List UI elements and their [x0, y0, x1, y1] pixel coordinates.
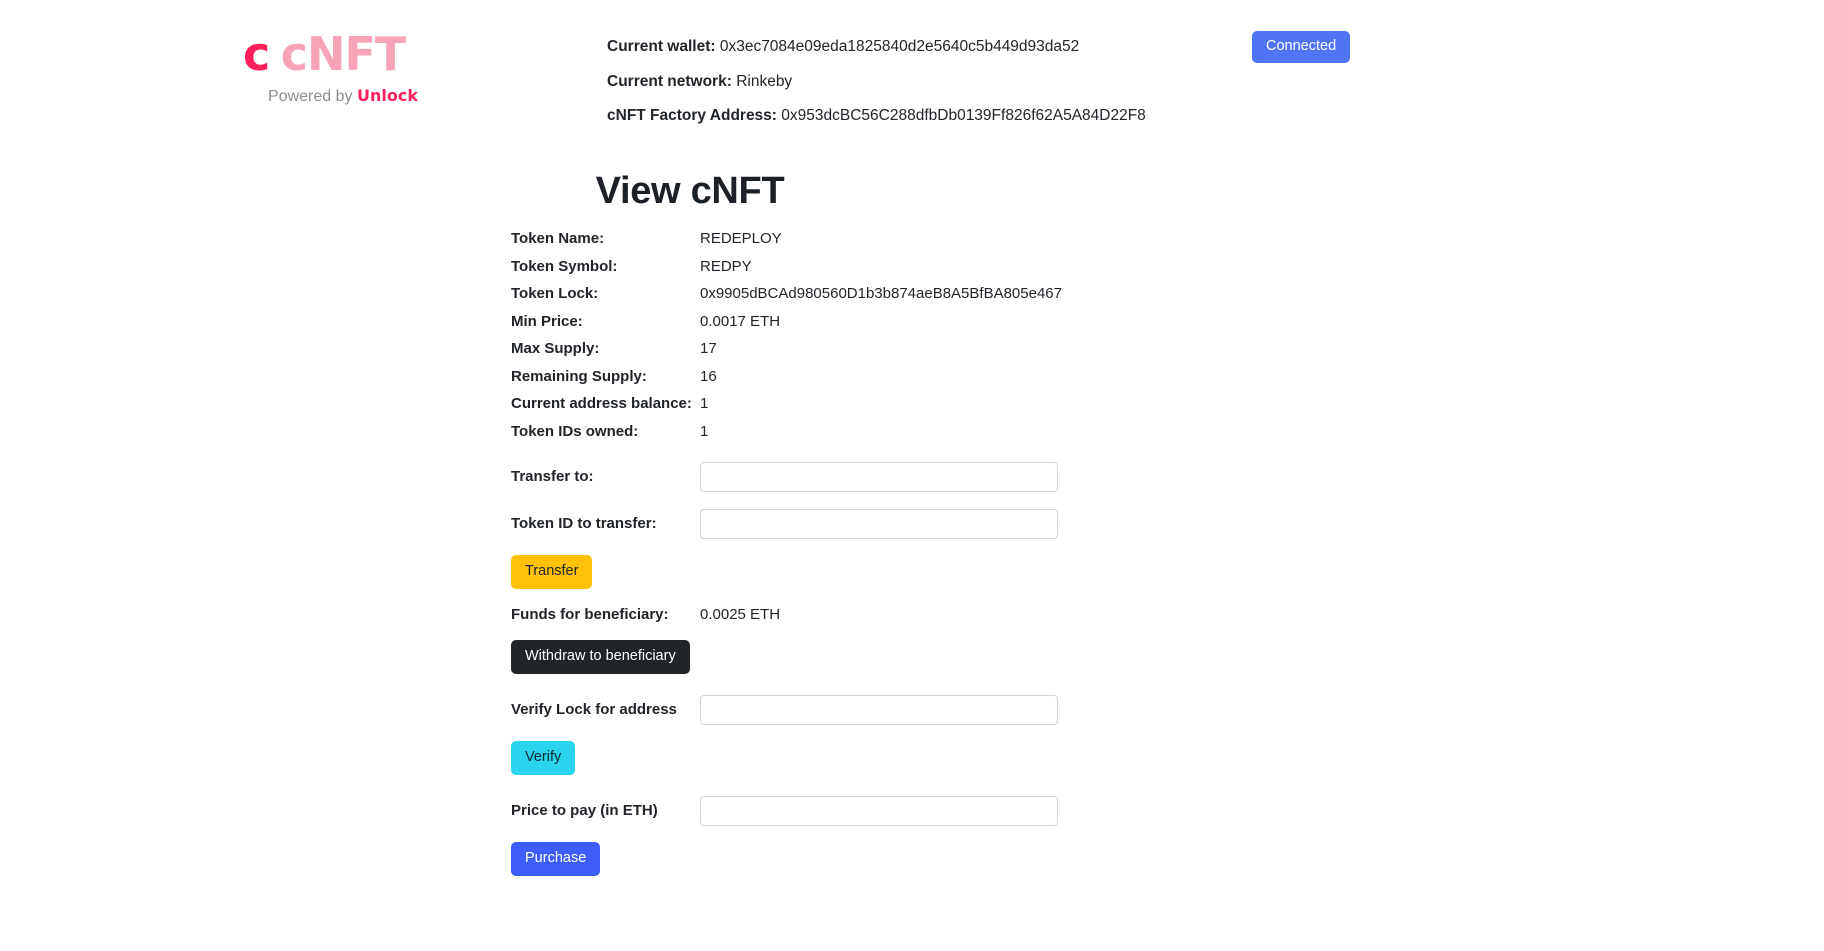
transfer-to-input[interactable]: [700, 461, 1058, 492]
field-label: Token Lock:: [511, 285, 599, 302]
transfer-to-row: Transfer to:: [511, 457, 1311, 496]
verify-button-row: Verify: [511, 741, 1311, 776]
powered-by-tagline: Powered by Unlock: [243, 86, 443, 106]
cnft-details-form: Token Name: REDEPLOY Token Symbol: REDPY…: [511, 229, 1311, 877]
verify-lock-row: Verify Lock for address: [511, 690, 1311, 729]
current-wallet-row: Current wallet: 0x3ec7084e09eda1825840d2…: [607, 30, 1146, 65]
token-id-to-transfer-row: Token ID to transfer:: [511, 504, 1311, 543]
wallet-info-block: Current wallet: 0x3ec7084e09eda1825840d2…: [607, 30, 1146, 134]
cnft-logo-text: cNFT: [280, 27, 407, 81]
page-header: cNFT c Powered by Unlock Current wallet:…: [0, 0, 1824, 140]
price-to-pay-label: Price to pay (in ETH): [511, 802, 658, 820]
field-max-supply: Max Supply: 17: [511, 339, 1311, 367]
connected-button[interactable]: Connected: [1252, 31, 1351, 63]
field-value: REDPY: [700, 257, 752, 275]
factory-address-row: cNFT Factory Address: 0x953dcBC56C288dfb…: [607, 99, 1146, 134]
withdraw-to-beneficiary-button[interactable]: Withdraw to beneficiary: [511, 640, 690, 675]
transfer-to-label: Transfer to:: [511, 468, 594, 485]
price-to-pay-row: Price to pay (in ETH): [511, 791, 1311, 830]
field-value: 0.0017 ETH: [700, 312, 781, 330]
field-token-lock: Token Lock: 0x9905dBCAd980560D1b3b874aeB…: [511, 284, 1311, 312]
field-min-price: Min Price: 0.0017 ETH: [511, 312, 1311, 340]
funds-for-beneficiary-row: Funds for beneficiary: 0.0025 ETH: [511, 605, 1311, 633]
funds-for-beneficiary-value: 0.0025 ETH: [700, 605, 781, 623]
factory-address-label: cNFT Factory Address:: [607, 107, 777, 124]
transfer-button[interactable]: Transfer: [511, 555, 593, 589]
field-value: 0x9905dBCAd980560D1b3b874aeB8A5BfBA805e4…: [700, 285, 1062, 302]
current-network-value: Rinkeby: [736, 72, 793, 90]
field-label: Remaining Supply:: [511, 367, 647, 385]
field-current-address-balance: Current address balance: 1: [511, 394, 1311, 422]
field-token-ids-owned: Token IDs owned: 1: [511, 422, 1311, 450]
funds-for-beneficiary-label: Funds for beneficiary:: [511, 605, 669, 623]
field-remaining-supply: Remaining Supply: 16: [511, 367, 1311, 395]
field-label: Token Name:: [511, 230, 605, 247]
field-token-symbol: Token Symbol: REDPY: [511, 257, 1311, 285]
verify-button[interactable]: Verify: [511, 741, 576, 776]
current-wallet-label: Current wallet:: [607, 38, 716, 55]
verify-lock-label: Verify Lock for address: [511, 701, 677, 719]
field-label: Max Supply:: [511, 340, 600, 357]
factory-address-value: 0x953dcBC56C288dfbDb0139Ff826f62A5A84D22…: [781, 107, 1146, 124]
field-value: REDEPLOY: [700, 230, 782, 247]
field-value: 17: [700, 340, 717, 357]
current-wallet-value: 0x3ec7084e09eda1825840d2e5640c5b449d93da…: [719, 38, 1080, 55]
verify-lock-input[interactable]: [700, 694, 1058, 725]
tagline-prefix: Powered by: [268, 88, 357, 105]
unlock-wordmark: Unlock: [356, 86, 418, 105]
withdraw-button-row: Withdraw to beneficiary: [511, 640, 1311, 675]
token-id-to-transfer-label: Token ID to transfer:: [511, 515, 657, 532]
price-to-pay-input[interactable]: [700, 795, 1058, 826]
purchase-button[interactable]: Purchase: [511, 842, 601, 877]
field-value: 1: [700, 395, 709, 412]
transfer-button-row: Transfer: [511, 555, 1311, 589]
field-value: 16: [700, 367, 717, 385]
purchase-button-row: Purchase: [511, 842, 1311, 877]
token-id-to-transfer-input[interactable]: [700, 508, 1058, 539]
field-label: Token Symbol:: [511, 257, 618, 275]
current-network-row: Current network: Rinkeby: [607, 65, 1146, 100]
cnft-logo: cNFT c: [243, 28, 443, 80]
cnft-logo-overlay-c: c: [243, 27, 270, 81]
field-label: Min Price:: [511, 312, 583, 330]
brand-logo-block: cNFT c Powered by Unlock: [243, 28, 443, 106]
field-value: 1: [700, 422, 709, 440]
page-title: View cNFT: [595, 170, 785, 212]
current-network-label: Current network:: [607, 72, 732, 90]
field-token-name: Token Name: REDEPLOY: [511, 229, 1311, 257]
field-label: Current address balance:: [511, 395, 692, 412]
field-label: Token IDs owned:: [511, 422, 639, 440]
